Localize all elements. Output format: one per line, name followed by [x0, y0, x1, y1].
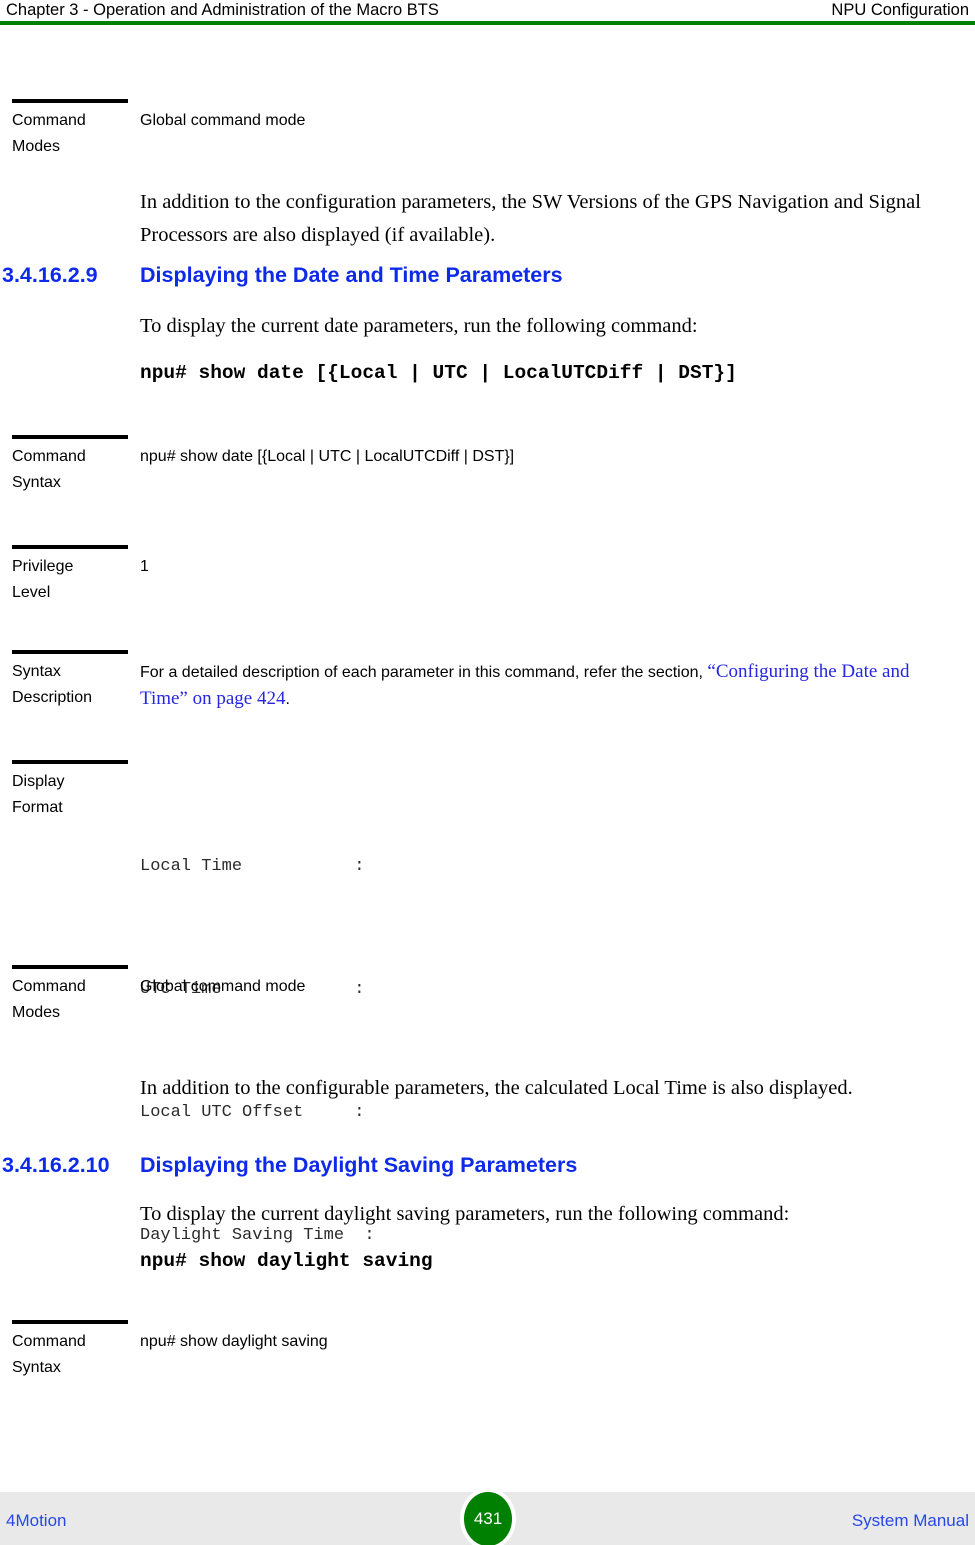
info-label-line-1: Command: [12, 978, 86, 995]
paragraph-date-note: In addition to the configurable paramete…: [140, 1077, 853, 1099]
info-row-rule: [12, 650, 128, 654]
heading-title: Displaying the Date and Time Parameters: [140, 263, 563, 287]
info-value-syntax-description: For a detailed description of each param…: [140, 659, 960, 713]
header-chapter-title: Chapter 3 - Operation and Administration…: [6, 1, 439, 19]
info-row-command-syntax-date: Command Syntax npu# show date [{Local | …: [0, 435, 975, 535]
info-row-command-syntax-daylight: Command Syntax npu# show daylight saving: [0, 1320, 975, 1410]
syntax-description-suffix: .: [285, 691, 290, 708]
info-value-command-syntax: npu# show date [{Local | UTC | LocalUTCD…: [140, 448, 515, 465]
info-row-rule: [12, 760, 128, 764]
info-label-line-2: Syntax: [12, 474, 61, 491]
info-label-line-1: Command: [12, 112, 86, 129]
info-label-privilege-level: Privilege Level: [12, 554, 132, 606]
header-section-title: NPU Configuration: [831, 1, 969, 19]
paragraph-daylight-intro: To display the current daylight saving p…: [140, 1203, 790, 1225]
info-row-command-modes-date: Command Modes Global command mode: [0, 965, 975, 1035]
info-label-line-2: Format: [12, 799, 63, 816]
info-row-rule: [12, 1320, 128, 1324]
info-label-line-2: Description: [12, 689, 93, 706]
info-row-display-format: Display Format Local Time : UTC Time : L…: [0, 760, 975, 1245]
page-header: Chapter 3 - Operation and Administration…: [0, 0, 975, 22]
info-row-rule: [12, 545, 128, 549]
info-row-syntax-description: Syntax Description For a detailed descri…: [0, 650, 975, 740]
info-label-command-modes: Command Modes: [12, 974, 132, 1026]
paragraph-gps-note: In addition to the configuration paramet…: [140, 191, 921, 246]
info-label-line-2: Modes: [12, 1004, 61, 1021]
info-value-command-syntax: npu# show daylight saving: [140, 1333, 328, 1350]
info-label-line-2: Modes: [12, 138, 61, 155]
info-label-command-modes: Command Modes: [12, 108, 132, 160]
info-value-command-modes: Global command mode: [140, 112, 306, 129]
heading-number: 3.4.16.2.9: [2, 263, 98, 287]
footer-brand-4motion[interactable]: 4Motion: [6, 1510, 66, 1532]
command-show-date: npu# show date [{Local | UTC | LocalUTCD…: [140, 362, 737, 384]
info-label-command-syntax: Command Syntax: [12, 444, 132, 496]
info-label-line-1: Privilege: [12, 558, 74, 575]
info-value-privilege-level: 1: [140, 558, 149, 575]
footer-manual-title[interactable]: System Manual: [852, 1510, 969, 1532]
info-value-command-modes: Global command mode: [140, 978, 306, 995]
document-page: Chapter 3 - Operation and Administration…: [0, 0, 975, 1545]
info-label-line-1: Command: [12, 1333, 86, 1350]
info-label-line-2: Level: [12, 584, 51, 601]
paragraph-date-intro: To display the current date parameters, …: [140, 315, 698, 337]
syntax-description-prefix: For a detailed description of each param…: [140, 664, 708, 681]
info-row-privilege-level: Privilege Level 1: [0, 545, 975, 635]
info-row-command-modes-gps: Command Modes Global command mode: [0, 99, 975, 169]
info-label-line-2: Syntax: [12, 1359, 61, 1376]
header-divider-rule: [0, 21, 975, 25]
heading-title: Displaying the Daylight Saving Parameter…: [140, 1153, 578, 1177]
info-row-rule: [12, 965, 128, 969]
info-label-line-1: Command: [12, 448, 86, 465]
display-format-line: Local Time :: [140, 857, 365, 876]
info-row-rule: [12, 99, 128, 103]
heading-number: 3.4.16.2.10: [2, 1153, 110, 1177]
info-label-command-syntax: Command Syntax: [12, 1329, 132, 1381]
info-label-syntax-description: Syntax Description: [12, 659, 132, 711]
command-show-daylight-saving: npu# show daylight saving: [140, 1250, 433, 1272]
info-label-line-1: Display: [12, 773, 65, 790]
info-label-line-1: Syntax: [12, 663, 61, 680]
info-row-rule: [12, 435, 128, 439]
info-label-display-format: Display Format: [12, 769, 132, 821]
footer-page-number: 431: [464, 1492, 512, 1545]
